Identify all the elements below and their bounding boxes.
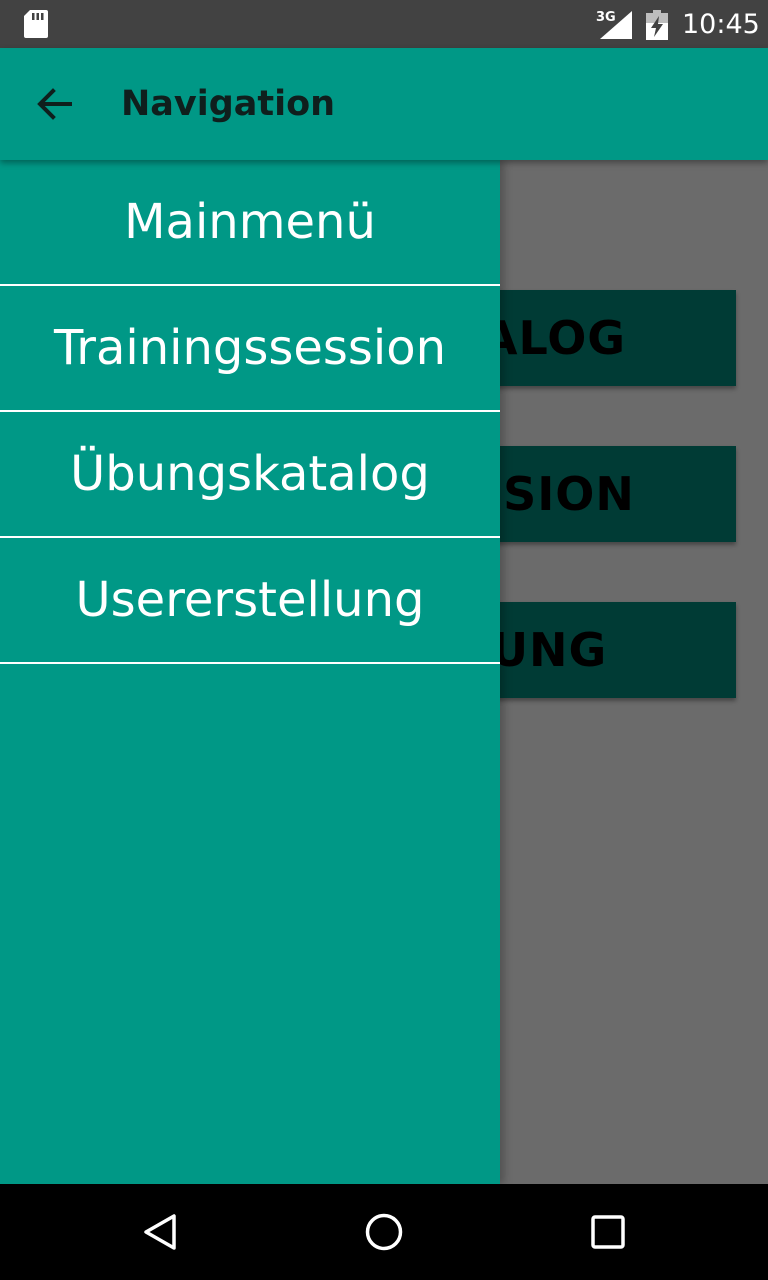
- app-bar: Navigation: [0, 48, 768, 160]
- sd-card-icon: [24, 10, 48, 43]
- drawer-item-uebungskatalog[interactable]: Übungskatalog: [0, 412, 500, 538]
- system-nav-bar: [0, 1184, 768, 1280]
- background-button-label: UNG: [490, 623, 608, 677]
- status-bar: 3G 10:45: [0, 0, 768, 48]
- nav-home-icon[interactable]: [364, 1212, 404, 1257]
- drawer-item-usererstellung[interactable]: Usererstellung: [0, 538, 500, 664]
- status-clock: 10:45: [682, 9, 760, 40]
- drawer-item-label: Trainingssession: [53, 320, 447, 376]
- drawer-item-label: Mainmenü: [124, 194, 376, 250]
- battery-charging-icon: [646, 10, 668, 45]
- page-title: Navigation: [121, 84, 336, 124]
- background-button-label: ALOG: [481, 311, 627, 365]
- navigation-drawer: Mainmenü Trainingssession Übungskatalog …: [0, 160, 500, 1184]
- nav-recents-icon[interactable]: [590, 1214, 626, 1255]
- drawer-item-mainmenu[interactable]: Mainmenü: [0, 160, 500, 286]
- background-button-label: SION: [503, 467, 635, 521]
- drawer-item-trainingssession[interactable]: Trainingssession: [0, 286, 500, 412]
- drawer-item-label: Usererstellung: [75, 572, 425, 628]
- cellular-signal-icon: [600, 11, 632, 44]
- drawer-item-label: Übungskatalog: [70, 446, 430, 502]
- nav-back-icon[interactable]: [140, 1212, 180, 1257]
- arrow-back-icon[interactable]: [36, 86, 72, 127]
